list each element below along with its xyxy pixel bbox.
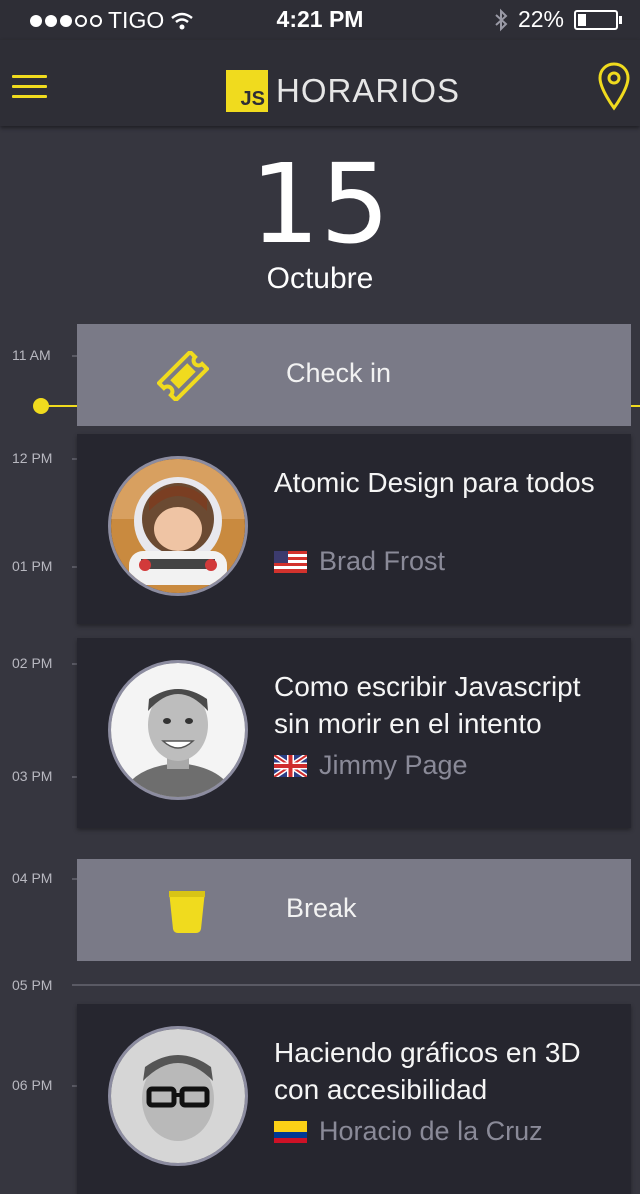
speaker-name: Jimmy Page bbox=[319, 750, 468, 780]
time-label: 11 AM bbox=[12, 347, 51, 363]
speaker-info: Jimmy Page bbox=[274, 750, 468, 781]
colombia-flag-icon bbox=[274, 1120, 307, 1143]
hour-line bbox=[72, 984, 640, 986]
date-month: Octubre bbox=[266, 262, 374, 295]
location-pin-icon[interactable] bbox=[598, 62, 630, 112]
speaker-name: Brad Frost bbox=[319, 546, 446, 576]
time-label: 02 PM bbox=[12, 655, 53, 671]
app-logo: JS HORARIOS bbox=[226, 70, 460, 112]
time-label: 05 PM bbox=[12, 977, 53, 993]
cup-icon bbox=[169, 891, 205, 933]
speaker-avatar bbox=[108, 456, 248, 596]
checkin-label: Check in bbox=[286, 358, 392, 388]
talk-card[interactable]: Atomic Design para todos Brad Frost bbox=[77, 434, 631, 624]
break-label: Break bbox=[286, 893, 357, 923]
us-flag-icon bbox=[274, 550, 307, 573]
js-logo-icon: JS bbox=[226, 70, 268, 112]
break-card[interactable]: Break bbox=[77, 859, 631, 961]
date-day: 15 bbox=[250, 140, 390, 268]
status-bar: TIGO 4:21 PM 22% bbox=[0, 0, 640, 40]
battery-percent: 22% bbox=[517, 6, 564, 32]
talk-title: Atomic Design para todos bbox=[274, 467, 595, 498]
battery-icon bbox=[574, 9, 622, 30]
bluetooth-icon bbox=[495, 8, 508, 31]
checkin-card[interactable]: Check in bbox=[77, 324, 631, 426]
talk-title: Haciendo gráficos en 3D con accesibilida… bbox=[274, 1037, 581, 1105]
hamburger-menu-icon[interactable] bbox=[12, 75, 47, 99]
time-label: 03 PM bbox=[12, 768, 53, 784]
uk-flag-icon bbox=[274, 754, 307, 777]
time-label: 12 PM bbox=[12, 450, 53, 466]
time-label: 06 PM bbox=[12, 1077, 53, 1093]
time-label: 01 PM bbox=[12, 558, 53, 574]
page-title: HORARIOS bbox=[276, 72, 461, 109]
speaker-info: Horacio de la Cruz bbox=[274, 1116, 543, 1147]
talk-card[interactable]: Como escribir Javascript sin morir en el… bbox=[77, 638, 631, 828]
time-label: 04 PM bbox=[12, 870, 53, 886]
nav-bar: JS HORARIOS bbox=[0, 40, 640, 126]
speaker-avatar bbox=[108, 1026, 248, 1166]
speaker-info: Brad Frost bbox=[274, 546, 445, 577]
logo-text: JS bbox=[240, 88, 265, 110]
current-time-indicator bbox=[33, 398, 49, 414]
speaker-name: Horacio de la Cruz bbox=[319, 1116, 543, 1146]
talk-title: Como escribir Javascript sin morir en el… bbox=[274, 671, 581, 739]
talk-card[interactable]: Haciendo gráficos en 3D con accesibilida… bbox=[77, 1004, 631, 1194]
ticket-icon bbox=[157, 351, 209, 401]
speaker-avatar bbox=[108, 660, 248, 800]
